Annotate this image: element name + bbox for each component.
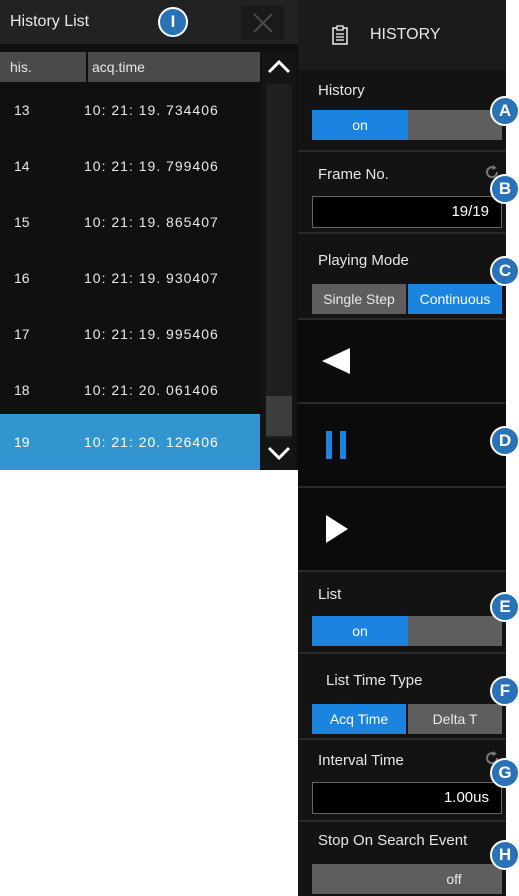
row-his: 17 [14, 326, 30, 342]
table-row[interactable]: 16 10: 21: 19. 930407 [0, 250, 260, 306]
menu-header: HISTORY [298, 0, 506, 70]
menu-title: HISTORY [370, 26, 441, 43]
callout-badge-g: G [490, 758, 519, 788]
pause-icon [326, 431, 346, 459]
row-acq-time: 10: 21: 19. 930407 [84, 270, 219, 286]
column-header-acq-time: acq.time [88, 52, 260, 82]
chevron-up-icon [267, 59, 291, 74]
history-on-option[interactable]: on [312, 110, 408, 140]
list-toggle-section[interactable]: List on [298, 572, 506, 652]
interval-time-field[interactable]: 1.00us [312, 782, 502, 814]
callout-badge-d: D [490, 426, 519, 456]
playing-mode-section[interactable]: Playing Mode Single Step Continuous [298, 234, 506, 318]
callout-badge-e: E [490, 592, 519, 622]
history-table-header: his. acq.time [0, 52, 260, 82]
play-backward-button[interactable] [298, 320, 506, 402]
stop-on-search-event-label: Stop On Search Event [318, 832, 468, 849]
row-his: 14 [14, 158, 30, 174]
row-his: 15 [14, 214, 30, 230]
list-toggle[interactable]: on [312, 616, 502, 646]
history-side-menu: HISTORY History on Frame No. 19/19 Playi… [298, 0, 506, 896]
row-acq-time: 10: 21: 19. 865407 [84, 214, 219, 230]
row-acq-time: 10: 21: 19. 799406 [84, 158, 219, 174]
callout-badge-f: F [490, 676, 519, 706]
acq-time-option[interactable]: Acq Time [312, 704, 406, 734]
history-toggle-section[interactable]: History on [298, 70, 506, 150]
row-acq-time: 10: 21: 19. 995406 [84, 326, 219, 342]
play-forward-button[interactable] [298, 488, 506, 570]
stop-on-search-event-toggle[interactable]: off [312, 864, 502, 894]
single-step-option[interactable]: Single Step [312, 284, 406, 314]
table-row[interactable]: 14 10: 21: 19. 799406 [0, 138, 260, 194]
list-time-type-label: List Time Type [326, 672, 423, 689]
history-toggle[interactable]: on [312, 110, 502, 140]
playing-mode-label: Playing Mode [318, 252, 409, 269]
stop-on-search-event-section[interactable]: Stop On Search Event off [298, 822, 506, 896]
list-on-option[interactable]: on [312, 616, 408, 646]
history-list-window: History List I his. acq.time 13 10: 21: … [0, 0, 298, 470]
row-acq-time: 10: 21: 20. 061406 [84, 382, 219, 398]
list-time-type-section[interactable]: List Time Type Acq Time Delta T [298, 654, 506, 738]
play-forward-icon [326, 515, 348, 543]
callout-badge-b: B [490, 174, 519, 204]
delta-t-option[interactable]: Delta T [408, 704, 502, 734]
history-list-titlebar: History List I [0, 0, 298, 44]
table-row[interactable]: 13 10: 21: 19. 734406 [0, 82, 260, 138]
history-list-title: History List [10, 13, 90, 30]
callout-badge-i: I [158, 7, 188, 37]
scrollbar[interactable] [262, 52, 296, 468]
frame-number-label: Frame No. [318, 166, 389, 183]
pause-button[interactable] [298, 404, 506, 486]
table-row-selected[interactable]: 19 10: 21: 20. 126406 [0, 414, 260, 470]
stop-off-option[interactable]: off [406, 864, 502, 894]
row-his: 16 [14, 270, 30, 286]
continuous-option[interactable]: Continuous [408, 284, 502, 314]
table-row[interactable]: 15 10: 21: 19. 865407 [0, 194, 260, 250]
row-his: 13 [14, 102, 30, 118]
interval-time-section[interactable]: Interval Time 1.00us [298, 740, 506, 820]
column-header-his: his. [0, 52, 86, 82]
scroll-thumb[interactable] [266, 396, 292, 436]
scroll-down-button[interactable] [262, 438, 296, 468]
interval-time-label: Interval Time [318, 752, 404, 769]
table-row[interactable]: 17 10: 21: 19. 995406 [0, 306, 260, 362]
play-backward-icon [322, 348, 350, 374]
scroll-track[interactable] [266, 84, 292, 438]
list-label: List [318, 586, 342, 603]
history-label: History [318, 82, 365, 99]
list-off-option[interactable] [408, 616, 502, 646]
row-acq-time: 10: 21: 20. 126406 [84, 434, 219, 450]
callout-badge-c: C [490, 256, 519, 286]
row-his: 18 [14, 382, 30, 398]
frame-number-field[interactable]: 19/19 [312, 196, 502, 228]
list-time-type-selector[interactable]: Acq Time Delta T [312, 704, 502, 734]
clipboard-icon [332, 25, 348, 45]
table-row[interactable]: 18 10: 21: 20. 061406 [0, 362, 260, 418]
frame-number-section[interactable]: Frame No. 19/19 [298, 152, 506, 232]
row-his: 19 [14, 434, 30, 450]
history-off-option[interactable] [408, 110, 502, 140]
playing-mode-selector[interactable]: Single Step Continuous [312, 284, 502, 314]
scroll-up-button[interactable] [262, 52, 296, 82]
chevron-down-icon [267, 446, 291, 461]
callout-badge-a: A [490, 96, 519, 126]
row-acq-time: 10: 21: 19. 734406 [84, 102, 219, 118]
close-button[interactable] [242, 6, 284, 40]
callout-badge-h: H [490, 840, 519, 870]
close-icon [253, 13, 273, 33]
